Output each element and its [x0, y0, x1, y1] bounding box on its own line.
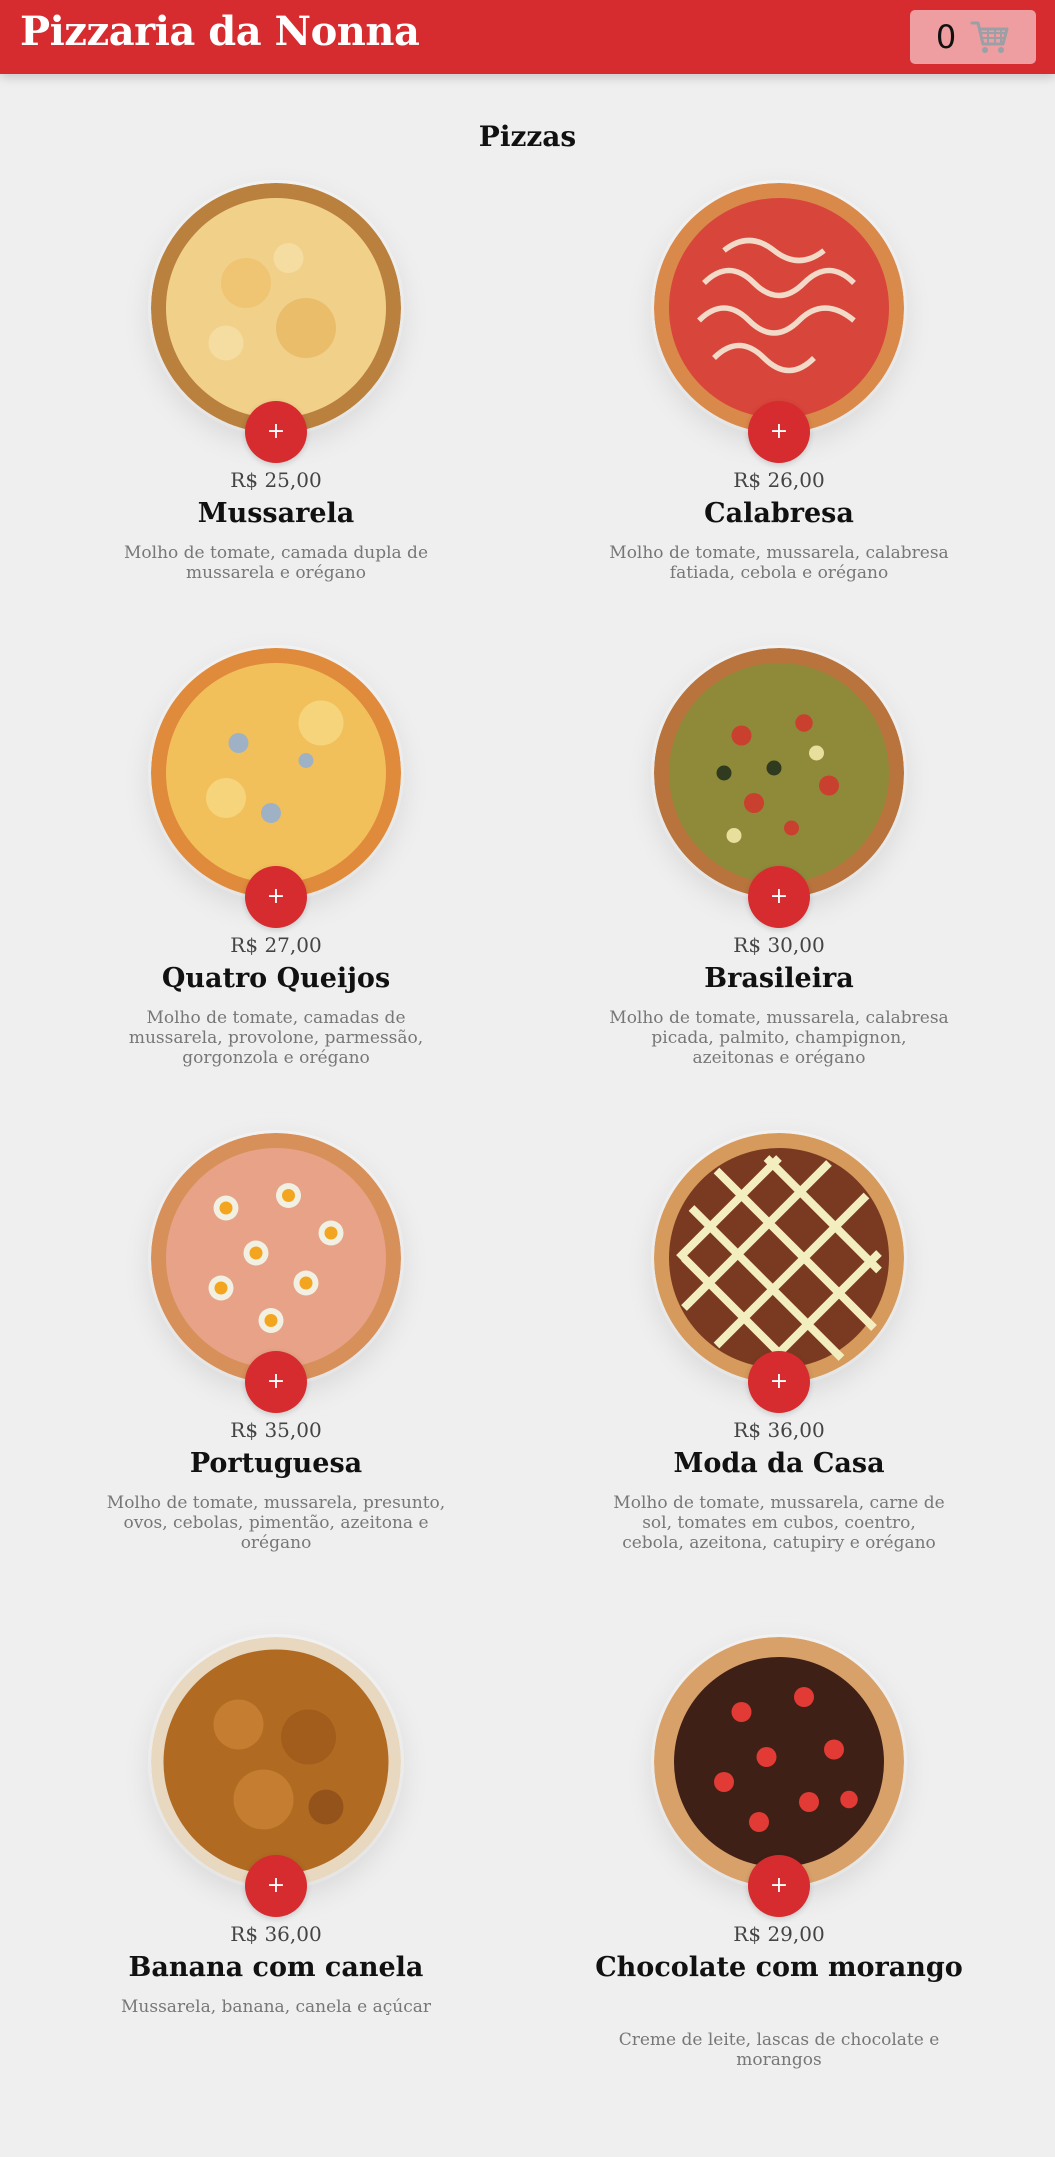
pizza-price: R$ 25,00: [230, 468, 322, 492]
pizza-description: Molho de tomate, camadas de mussarela, p…: [128, 1008, 424, 1068]
pizza-price: R$ 30,00: [733, 933, 825, 957]
cart-button[interactable]: 0: [910, 10, 1036, 64]
pizza-image: [151, 648, 401, 898]
pizza-description: Molho de tomate, mussarela, calabresa pi…: [609, 1008, 949, 1068]
pizza-price: R$ 26,00: [733, 468, 825, 492]
add-to-cart-button[interactable]: +: [245, 1351, 307, 1413]
pizza-name: Calabresa: [704, 498, 854, 529]
pizza-name: Moda da Casa: [673, 1448, 885, 1479]
pizza-price: R$ 35,00: [230, 1418, 322, 1442]
pizza-price: R$ 27,00: [230, 933, 322, 957]
shopping-cart-icon: [970, 21, 1009, 53]
pizza-description: Molho de tomate, mussarela, calabresa fa…: [609, 543, 949, 583]
pizza-description: Mussarela, banana, canela e açúcar: [121, 1997, 431, 2017]
pizza-price: R$ 36,00: [733, 1418, 825, 1442]
pizza-description: Creme de leite, lascas de chocolate e mo…: [618, 2030, 940, 2070]
pizza-image: [654, 1637, 904, 1887]
pizza-description: Molho de tomate, camada dupla de mussare…: [124, 543, 428, 583]
add-to-cart-button[interactable]: +: [245, 1855, 307, 1917]
add-to-cart-button[interactable]: +: [748, 1351, 810, 1413]
cart-count: 0: [935, 18, 957, 56]
add-to-cart-button[interactable]: +: [748, 1855, 810, 1917]
pizza-description: Molho de tomate, mussarela, carne de sol…: [613, 1493, 945, 1553]
add-to-cart-button[interactable]: +: [245, 401, 307, 463]
pizza-image: [654, 1133, 904, 1383]
pizza-price: R$ 29,00: [733, 1922, 825, 1946]
pizza-name: Brasileira: [704, 963, 854, 994]
section-title: Pizzas: [478, 120, 577, 153]
pizza-name: Portuguesa: [189, 1448, 363, 1479]
top-bar: Pizzaria da Nonna 0: [0, 0, 1055, 74]
pizza-image: [151, 1133, 401, 1383]
pizza-description: Molho de tomate, mussarela, presunto, ov…: [106, 1493, 446, 1553]
pizza-image: [654, 648, 904, 898]
pizza-price: R$ 36,00: [230, 1922, 322, 1946]
pizza-image: [151, 183, 401, 433]
pizza-image: [151, 1637, 401, 1887]
pizza-name: Chocolate com morango: [595, 1952, 963, 1983]
pizza-image: [654, 183, 904, 433]
brand-title: Pizzaria da Nonna: [20, 8, 420, 55]
pizza-name: Quatro Queijos: [161, 963, 391, 994]
add-to-cart-button[interactable]: +: [748, 866, 810, 928]
add-to-cart-button[interactable]: +: [245, 866, 307, 928]
add-to-cart-button[interactable]: +: [748, 401, 810, 463]
pizza-name: Banana com canela: [128, 1952, 424, 1983]
pizza-name: Mussarela: [197, 498, 355, 529]
